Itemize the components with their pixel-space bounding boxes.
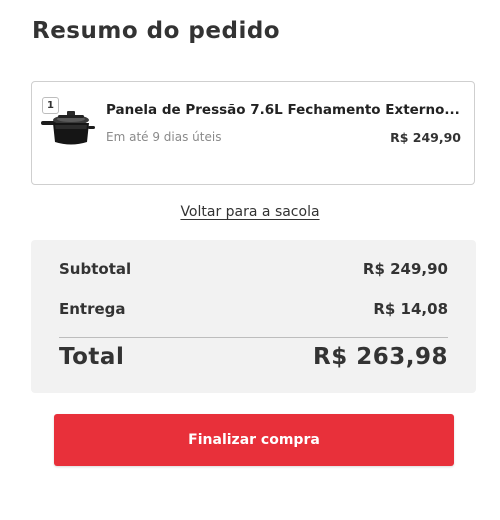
order-summary-panel: Subtotal R$ 249,90 Entrega R$ 14,08 Tota… [31,240,476,393]
product-name[interactable]: Panela de Pressão 7.6L Fechamento Extern… [106,102,466,118]
back-to-bag-link[interactable]: Voltar para a sacola [0,204,500,220]
total-label: Total [59,344,125,370]
quantity-badge: 1 [42,97,59,114]
order-item-card: 1 Panela de Pressão 7.6L Fechamento Exte… [31,81,475,185]
delivery-estimate: Em até 9 dias úteis [106,130,222,144]
summary-divider [59,337,448,338]
page-title: Resumo do pedido [32,18,281,44]
shipping-label: Entrega [59,300,126,318]
subtotal-value: R$ 249,90 [362,260,448,278]
total-value: R$ 263,98 [313,344,448,370]
shipping-value: R$ 14,08 [373,300,448,318]
checkout-button[interactable]: Finalizar compra [54,414,454,466]
item-price: R$ 249,90 [390,130,461,145]
subtotal-label: Subtotal [59,260,132,278]
pressure-cooker-icon [41,111,95,145]
